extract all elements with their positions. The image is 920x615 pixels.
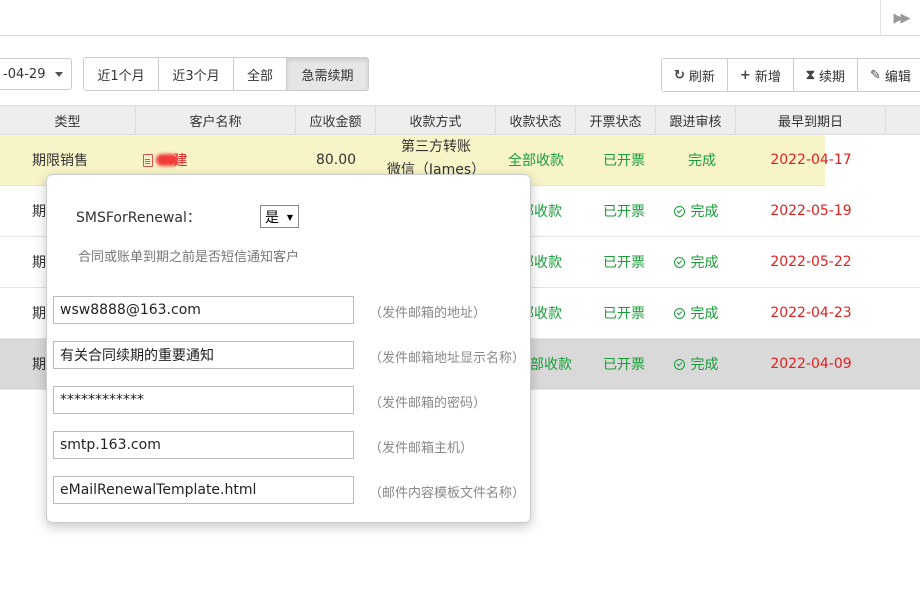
sender-display-name-hint: （发件邮箱地址显示名称） [369,351,526,366]
check-circle-icon [673,256,685,268]
sender-email-hint: （发件邮箱的地址） [369,306,487,321]
cell-audit: 完成 [656,237,736,287]
add-button[interactable]: + 新增 [727,59,794,91]
table-header: 类型 客户名称 应收金额 收款方式 收款状态 开票状态 跟进审核 最早到期日 [0,105,920,135]
date-select[interactable]: -04-29 [0,58,72,90]
renew-button[interactable]: ⧗ 续期 [793,59,858,91]
column-header-audit[interactable]: 跟进审核 [656,106,736,134]
refresh-button[interactable]: ↻ 刷新 [662,59,728,91]
edit-label: 编辑 [884,69,911,85]
cell-audit: 完成 [656,339,736,389]
edit-icon: ✎ [870,67,881,83]
range-all-button[interactable]: 全部 [234,58,287,90]
check-circle-icon [673,205,685,217]
sender-password-hint: （发件邮箱的密码） [369,396,487,411]
cell-due-date: 2022-04-09 [770,356,852,372]
column-header-due-date[interactable]: 最早到期日 [736,106,886,134]
dropdown-arrow-icon: ▼ [286,213,293,222]
cell-due-date: 2022-04-23 [770,305,852,321]
column-header-customer[interactable]: 客户名称 [136,106,296,134]
email-template-hint: （邮件内容模板文件名称） [369,486,526,501]
sms-for-renewal-label: SMSForRenewal： [76,210,201,226]
edit-button[interactable]: ✎ 编辑 [858,59,920,91]
email-template-input[interactable]: eMailRenewalTemplate.html [53,476,354,504]
action-button-group: ↻ 刷新 + 新增 ⧗ 续期 ✎ 编辑 [661,58,920,92]
range-urgent-renewal-button[interactable]: 急需续期 [287,58,368,90]
smtp-host-input[interactable]: smtp.163.com [53,431,354,459]
double-chevron-right-icon[interactable]: ▶▶ [880,0,920,36]
refresh-label: 刷新 [688,69,715,85]
column-header-amount[interactable]: 应收金额 [296,106,376,134]
caret-down-icon [55,72,63,77]
column-header-pay-status[interactable]: 收款状态 [496,106,576,134]
range-1-month-button[interactable]: 近1个月 [84,58,159,90]
sender-email-input[interactable]: wsw8888@163.com [53,296,354,324]
sender-display-name-input[interactable]: 有关合同续期的重要通知 [53,341,354,369]
sender-password-input[interactable]: ************ [53,386,354,414]
column-header-pay-method[interactable]: 收款方式 [376,106,496,134]
date-select-value: -04-29 [3,66,46,82]
redacted-mark [155,154,178,166]
check-circle-icon [673,358,685,370]
sms-for-renewal-hint: 合同或账单到期之前是否短信通知客户 [78,250,300,265]
range-3-months-button[interactable]: 近3个月 [159,58,234,90]
column-header-type[interactable]: 类型 [0,106,136,134]
cell-due-date: 2022-05-22 [770,254,852,270]
smtp-host-hint: （发件邮箱主机） [369,441,474,456]
cell-audit: 完成 [656,186,736,236]
renew-label: 续期 [818,69,845,85]
hourglass-icon: ⧗ [805,67,815,83]
renewal-settings-popover: SMSForRenewal： 是 ▼ 合同或账单到期之前是否短信通知客户 wsw… [46,174,531,523]
range-button-group: 近1个月 近3个月 全部 急需续期 [83,57,369,91]
cell-due-date: 2022-04-17 [770,152,852,168]
cell-due-date: 2022-05-19 [770,203,852,219]
sms-for-renewal-select[interactable]: 是 ▼ [260,205,299,228]
cell-audit: 完成 [656,288,736,338]
document-icon [142,153,153,167]
column-header-invoice-status[interactable]: 开票状态 [576,106,656,134]
cell-audit: 完成 [688,153,716,169]
top-bar: ▶▶ [0,0,920,36]
add-label: 新增 [754,69,781,85]
plus-icon: + [739,67,751,83]
refresh-icon: ↻ [674,67,685,83]
check-circle-icon [673,307,685,319]
